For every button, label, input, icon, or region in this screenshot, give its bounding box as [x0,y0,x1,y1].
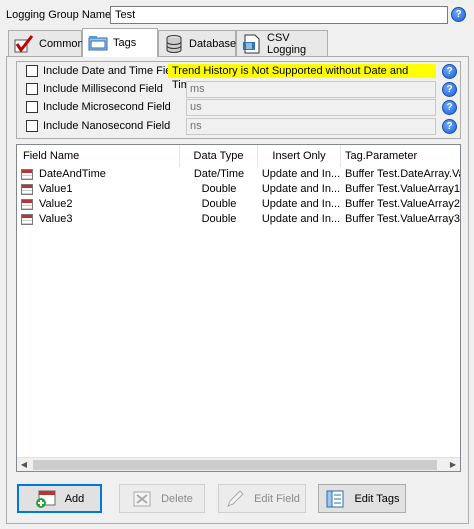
include-date-time-checkbox[interactable] [26,65,38,77]
microsecond-field-name: us [186,99,436,116]
tab-csv-logging[interactable]: CSV Logging [236,30,328,56]
field-row-icon [21,214,33,225]
tags-folder-icon [87,33,109,53]
logging-group-name-label: Logging Group Name [6,9,112,21]
fields-table: Field Name Data Type Insert Only Tag.Par… [16,144,461,472]
tab-database-label: Database [189,37,237,50]
help-icon-microsecond[interactable]: ? [442,100,457,115]
edit-field-button-label: Edit Field [254,492,300,505]
tab-tags-label: Tags [113,37,137,49]
edit-tags-button[interactable]: Edit Tags [318,484,406,513]
add-button-label: Add [64,492,85,505]
include-nanosecond-checkbox[interactable] [26,120,38,132]
scroll-right-icon[interactable]: ▶ [446,458,460,472]
cell-data-type: Date/Time [193,168,245,180]
cell-tag-parameter: Buffer Test.ValueArray2.Valu [345,198,460,210]
scroll-left-icon[interactable]: ◀ [17,458,31,472]
trend-history-warning: Trend History is Not Supported without D… [168,64,436,91]
field-row-icon [21,184,33,195]
field-row-icon [21,169,33,180]
cell-insert-only: Update and In... [261,168,341,180]
database-icon [163,34,185,54]
table-row[interactable]: Value2 Double Update and In... Buffer Te… [17,197,460,212]
include-millisecond-option[interactable]: Include Millisecond Field [26,83,163,95]
help-icon-millisecond[interactable]: ? [442,82,457,97]
cell-insert-only: Update and In... [261,183,341,195]
csv-file-icon [241,34,263,54]
cell-tag-parameter: Buffer Test.DateArray.Value [345,168,460,180]
horizontal-scrollbar[interactable]: ◀ ▶ [17,457,460,471]
cell-tag-parameter: Buffer Test.ValueArray3.Valu [345,213,460,225]
include-date-time-label: Include Date and Time Field [43,65,180,77]
add-button[interactable]: Add [17,484,102,513]
include-nanosecond-label: Include Nanosecond Field [43,120,171,132]
include-microsecond-label: Include Microsecond Field [43,101,171,113]
cell-tag-parameter: Buffer Test.ValueArray1.Valu [345,183,460,195]
add-field-icon [35,489,57,509]
tab-csv-logging-label: CSV Logging [267,31,307,56]
edit-tags-button-label: Edit Tags [354,492,400,505]
table-row[interactable]: DateAndTime Date/Time Update and In... B… [17,167,460,182]
include-microsecond-option[interactable]: Include Microsecond Field [26,101,171,113]
edit-tags-icon [324,489,346,509]
include-millisecond-checkbox[interactable] [26,83,38,95]
tab-common-label: Common [39,37,84,50]
table-row[interactable]: Value1 Double Update and In... Buffer Te… [17,182,460,197]
help-icon-date-time[interactable]: ? [442,64,457,79]
field-row-icon [21,199,33,210]
delete-button[interactable]: Delete [119,484,205,513]
column-header-data-type[interactable]: Data Type [180,145,258,167]
cell-data-type: Double [201,198,237,210]
cell-data-type: Double [201,213,237,225]
edit-field-button[interactable]: Edit Field [218,484,306,513]
delete-button-label: Delete [161,492,193,505]
cell-field-name: Value1 [39,183,73,195]
cell-data-type: Double [201,183,237,195]
cell-field-name: DateAndTime [39,168,106,180]
delete-field-icon [131,489,153,509]
millisecond-field-name: ms [186,81,436,98]
column-header-insert-only[interactable]: Insert Only [258,145,341,167]
include-date-time-option[interactable]: Include Date and Time Field [26,65,180,77]
help-icon-nanosecond[interactable]: ? [442,119,457,134]
column-header-field-name[interactable]: Field Name [17,145,180,167]
column-header-tag-parameter[interactable]: Tag.Parameter [341,145,460,167]
checkmark-icon [13,34,35,54]
tab-tags[interactable]: Tags [82,28,158,57]
include-millisecond-label: Include Millisecond Field [43,83,163,95]
include-microsecond-checkbox[interactable] [26,101,38,113]
help-icon-group-name[interactable]: ? [451,7,466,22]
logging-group-name-input[interactable] [110,6,448,24]
include-nanosecond-option[interactable]: Include Nanosecond Field [26,120,170,132]
cell-insert-only: Update and In... [261,213,341,225]
scrollbar-thumb[interactable] [33,460,437,470]
cell-field-name: Value3 [39,213,73,225]
cell-field-name: Value2 [39,198,73,210]
nanosecond-field-name: ns [186,118,436,135]
table-row[interactable]: Value3 Double Update and In... Buffer Te… [17,212,460,227]
tab-database[interactable]: Database [158,30,236,56]
tab-common[interactable]: Common [8,30,84,56]
pencil-icon [224,489,246,509]
cell-insert-only: Update and In... [261,198,341,210]
